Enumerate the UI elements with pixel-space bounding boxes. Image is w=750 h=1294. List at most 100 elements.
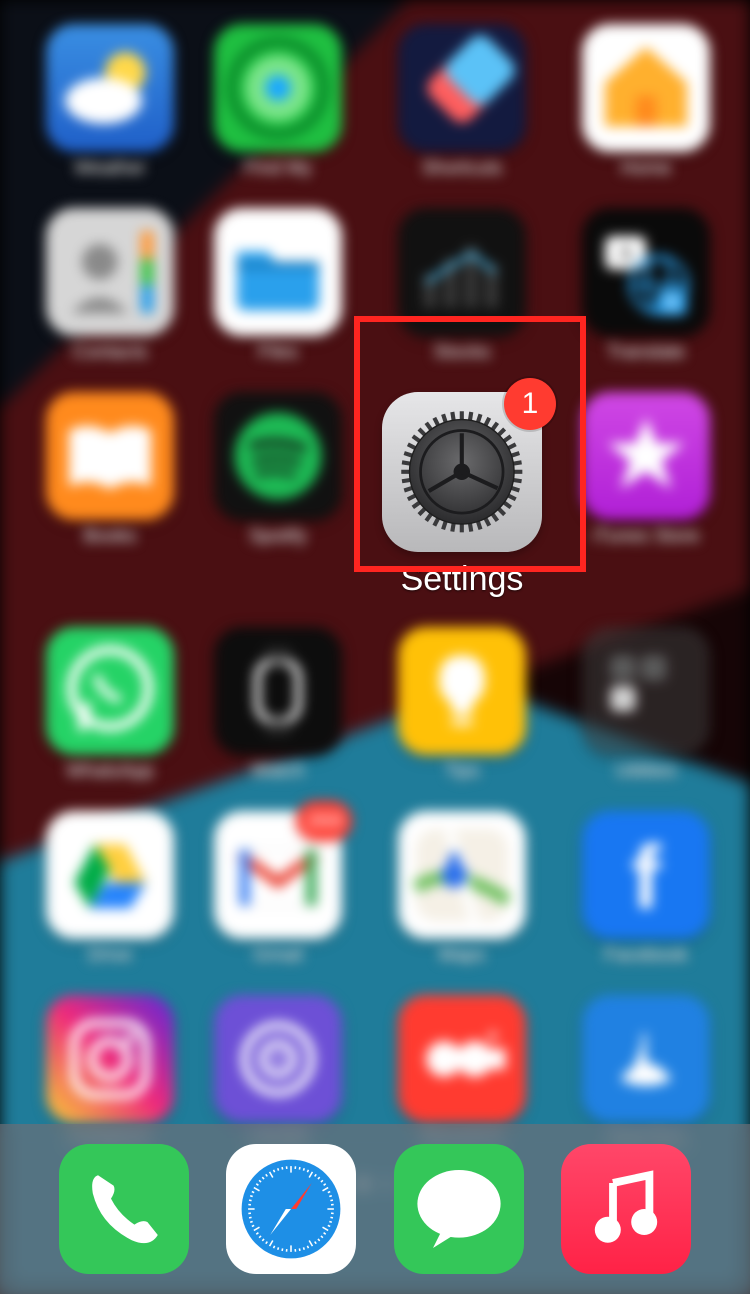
- shortcuts-icon: [398, 24, 526, 152]
- app-whatsapp[interactable]: WhatsApp: [46, 627, 174, 783]
- app-stocks[interactable]: Stocks: [382, 208, 542, 364]
- recordit-icon[interactable]: [398, 995, 526, 1123]
- watch-icon: [214, 627, 342, 755]
- app-weather[interactable]: Weather: [46, 24, 174, 180]
- safari-icon: [226, 1144, 356, 1274]
- dock: [0, 1124, 750, 1294]
- app-label: Gmail: [253, 945, 303, 967]
- notification-badge: 269: [296, 801, 352, 841]
- files-icon[interactable]: [214, 208, 342, 336]
- app-label: Maps: [439, 945, 485, 967]
- facebook-icon[interactable]: f: [582, 811, 710, 939]
- tips-icon[interactable]: [398, 627, 526, 755]
- app-gmail[interactable]: 269 Gmail: [214, 811, 342, 967]
- app-label: Weather: [74, 158, 145, 180]
- recordit-icon: [398, 995, 526, 1123]
- app-label: Books: [84, 526, 137, 548]
- music-icon[interactable]: [561, 1144, 691, 1274]
- app-tips[interactable]: Tips: [382, 627, 542, 783]
- opensea-icon: [582, 995, 710, 1123]
- phone-icon[interactable]: [59, 1144, 189, 1274]
- app-label: Spotify: [249, 526, 307, 548]
- app-books[interactable]: Books: [46, 392, 174, 599]
- life360-icon[interactable]: [214, 995, 342, 1123]
- app-findmy[interactable]: Find My: [214, 24, 342, 180]
- gmail-icon[interactable]: 269: [214, 811, 342, 939]
- stocks-icon: [398, 208, 526, 336]
- app-files[interactable]: Files: [214, 208, 342, 364]
- app-spotify[interactable]: Spotify: [214, 392, 342, 599]
- app-home[interactable]: Home: [582, 24, 710, 180]
- app-label: Home: [621, 158, 672, 180]
- app-watch[interactable]: Watch: [214, 627, 342, 783]
- app-itunes[interactable]: iTunes Store: [582, 392, 710, 599]
- settings-icon[interactable]: 1: [382, 392, 542, 552]
- dock-app-phone[interactable]: [59, 1144, 189, 1274]
- app-label: Shortcuts: [422, 158, 502, 180]
- home-icon[interactable]: [582, 24, 710, 152]
- itunes-icon[interactable]: [582, 392, 710, 520]
- findmy-icon[interactable]: [214, 24, 342, 152]
- app-drive[interactable]: Drive: [46, 811, 174, 967]
- app-shortcuts[interactable]: Shortcuts: [382, 24, 542, 180]
- svg-text:文: 文: [663, 293, 681, 313]
- home-icon: [582, 24, 710, 152]
- app-contacts[interactable]: Contacts: [46, 208, 174, 364]
- drive-icon[interactable]: [46, 811, 174, 939]
- app-label: Watch: [251, 761, 304, 783]
- books-icon[interactable]: [46, 392, 174, 520]
- contacts-icon: [46, 208, 174, 336]
- app-translate[interactable]: A文Translate: [582, 208, 710, 364]
- app-grid: Weather Find My Shortcuts Home Contacts Files…: [46, 24, 704, 1151]
- facebook-icon: f: [582, 811, 710, 939]
- weather-icon: [46, 24, 174, 152]
- app-facebook[interactable]: f Facebook: [582, 811, 710, 967]
- folder-icon[interactable]: [582, 627, 710, 755]
- opensea-icon[interactable]: [582, 995, 710, 1123]
- svg-text:A: A: [617, 239, 634, 265]
- app-label: Tips: [444, 761, 479, 783]
- app-label: Find My: [244, 158, 312, 180]
- dock-app-music[interactable]: [561, 1144, 691, 1274]
- watch-icon[interactable]: [214, 627, 342, 755]
- messages-icon: [394, 1144, 524, 1274]
- instagram-icon: [46, 995, 174, 1123]
- app-label: Drive: [88, 945, 132, 967]
- app-label: Facebook: [604, 945, 687, 967]
- app-settings[interactable]: 1 Settings: [382, 392, 542, 599]
- dock-app-safari[interactable]: [226, 1144, 356, 1274]
- app-maps[interactable]: Maps: [382, 811, 542, 967]
- weather-icon[interactable]: [46, 24, 174, 152]
- notification-badge: 1: [504, 378, 556, 430]
- books-icon: [46, 392, 174, 520]
- translate-icon: A文: [582, 208, 710, 336]
- files-icon: [214, 208, 342, 336]
- whatsapp-icon: [46, 627, 174, 755]
- maps-icon[interactable]: [398, 811, 526, 939]
- itunes-icon: [582, 392, 710, 520]
- instagram-icon[interactable]: [46, 995, 174, 1123]
- home-screen: Weather Find My Shortcuts Home Contacts Files…: [0, 0, 750, 1294]
- app-label: Utilities: [615, 761, 676, 783]
- messages-icon[interactable]: [394, 1144, 524, 1274]
- shortcuts-icon[interactable]: [398, 24, 526, 152]
- app-label: Settings: [401, 560, 524, 599]
- app-label: iTunes Store: [592, 526, 699, 548]
- dock-app-messages[interactable]: [394, 1144, 524, 1274]
- translate-icon[interactable]: A文: [582, 208, 710, 336]
- findmy-icon: [214, 24, 342, 152]
- safari-icon[interactable]: [226, 1144, 356, 1274]
- contacts-icon[interactable]: [46, 208, 174, 336]
- app-utilities[interactable]: Utilities: [582, 627, 710, 783]
- life360-icon: [214, 995, 342, 1123]
- spotify-icon[interactable]: [214, 392, 342, 520]
- music-icon: [561, 1144, 691, 1274]
- maps-icon: [398, 811, 526, 939]
- tips-icon: [398, 627, 526, 755]
- drive-icon: [46, 811, 174, 939]
- stocks-icon[interactable]: [398, 208, 526, 336]
- app-label: Stocks: [433, 342, 490, 364]
- whatsapp-icon[interactable]: [46, 627, 174, 755]
- phone-icon: [59, 1144, 189, 1274]
- folder-icon: [582, 627, 710, 755]
